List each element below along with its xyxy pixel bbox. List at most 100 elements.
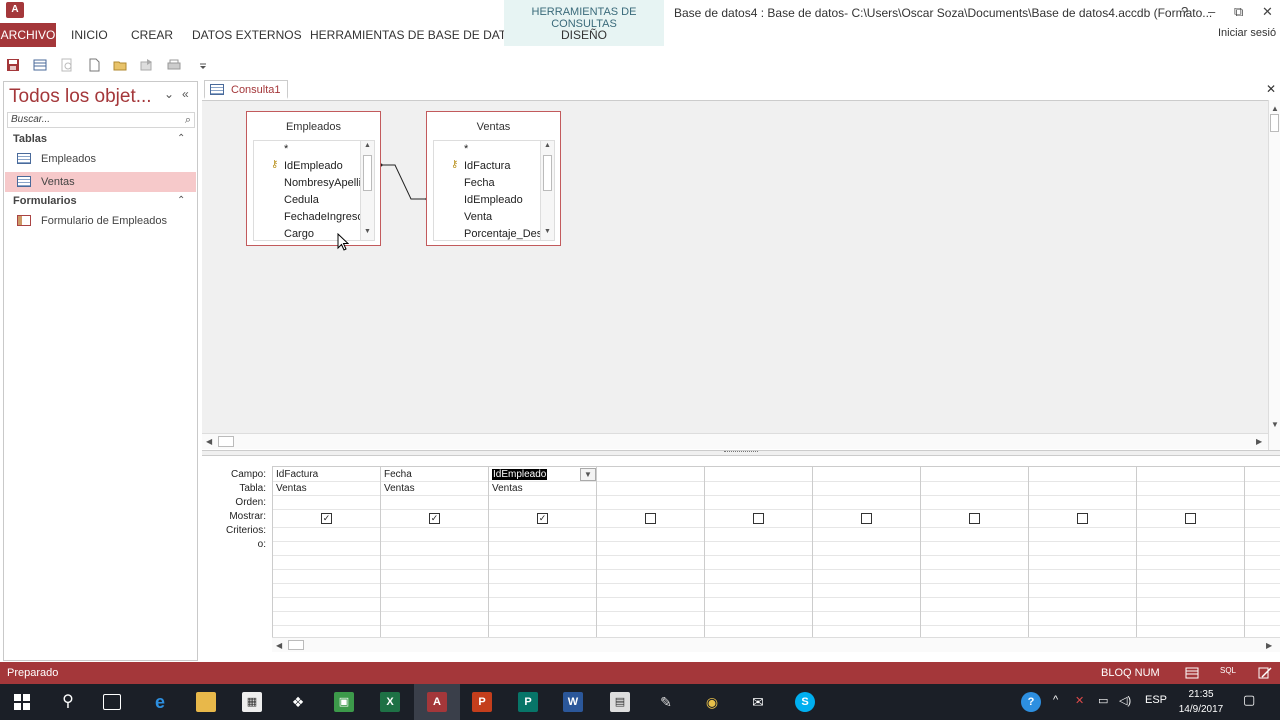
tabla-cell[interactable]: Ventas bbox=[492, 483, 523, 494]
field-item[interactable]: Cedula bbox=[284, 194, 360, 206]
design-grid[interactable]: IdFactura Ventas ✓ Fecha Ventas ✓ IdEmpl… bbox=[272, 466, 1280, 651]
scroll-right-icon[interactable]: ▶ bbox=[1266, 641, 1272, 650]
mostrar-checkbox[interactable]: ✓ bbox=[537, 513, 548, 524]
field-item[interactable]: Porcentaje_Descuento bbox=[464, 228, 540, 240]
new-document-icon[interactable] bbox=[87, 58, 101, 72]
tab-archivo[interactable]: ARCHIVO bbox=[0, 23, 56, 47]
field-item[interactable]: Fecha bbox=[464, 177, 540, 189]
collapse-pane-icon[interactable]: « bbox=[182, 87, 189, 101]
splitter-grip[interactable] bbox=[724, 451, 758, 454]
scroll-up-icon[interactable]: ▲ bbox=[544, 142, 551, 149]
volume-icon[interactable]: ◁) bbox=[1119, 694, 1131, 707]
antivirus-icon[interactable]: ✕ bbox=[1075, 694, 1084, 707]
field-list-ventas[interactable]: Ventas * ⚷ IdFactura Fecha IdEmpleado Ve… bbox=[426, 111, 561, 246]
access-app-icon[interactable]: A bbox=[6, 2, 24, 18]
store-icon[interactable]: ▦ bbox=[242, 692, 262, 712]
grid-horizontal-scrollbar[interactable]: ◀ ▶ bbox=[272, 637, 1280, 652]
publisher-icon[interactable]: P bbox=[518, 692, 538, 712]
search-icon[interactable]: ⌕ bbox=[185, 113, 191, 127]
calculator-icon[interactable]: ▤ bbox=[610, 692, 630, 712]
dropbox-icon[interactable]: ❖ bbox=[288, 692, 308, 712]
tab-datos-externos[interactable]: DATOS EXTERNOS bbox=[192, 28, 302, 42]
scroll-up-icon[interactable]: ▲ bbox=[364, 142, 371, 149]
sql-view-button[interactable]: SQL bbox=[1220, 666, 1236, 675]
field-list-scrollbar[interactable]: ▲ ▼ bbox=[360, 141, 374, 240]
close-button[interactable]: ✕ bbox=[1262, 4, 1273, 20]
access-icon[interactable]: A bbox=[427, 692, 447, 712]
mostrar-checkbox[interactable]: ✓ bbox=[429, 513, 440, 524]
scroll-down-icon[interactable]: ▼ bbox=[364, 228, 371, 235]
mostrar-checkbox[interactable]: ✓ bbox=[321, 513, 332, 524]
nav-item-empleados[interactable]: Empleados bbox=[5, 149, 196, 169]
task-view-icon[interactable] bbox=[103, 694, 121, 710]
tab-inicio[interactable]: INICIO bbox=[71, 28, 108, 42]
collapse-group-icon[interactable]: ⌃ bbox=[177, 133, 185, 144]
campo-cell[interactable]: IdFactura bbox=[276, 469, 318, 480]
mail-icon[interactable]: ✉ bbox=[748, 692, 768, 712]
mostrar-checkbox[interactable] bbox=[1077, 513, 1088, 524]
tab-consulta1[interactable]: Consulta1 bbox=[204, 80, 288, 99]
scroll-thumb[interactable] bbox=[363, 155, 372, 191]
word-icon[interactable]: W bbox=[563, 692, 583, 712]
scroll-thumb[interactable] bbox=[543, 155, 552, 191]
scroll-left-icon[interactable]: ◀ bbox=[206, 437, 212, 446]
design-vertical-scrollbar[interactable]: ▲ ▼ bbox=[1268, 100, 1280, 450]
print-preview-icon[interactable] bbox=[60, 58, 74, 72]
app-icon[interactable]: ▣ bbox=[334, 692, 354, 712]
tab-crear[interactable]: CREAR bbox=[131, 28, 173, 42]
grid-column[interactable] bbox=[1029, 467, 1137, 651]
design-horizontal-scrollbar[interactable]: ◀ ▶ bbox=[202, 433, 1268, 449]
grid-column[interactable]: Fecha Ventas ✓ bbox=[381, 467, 489, 651]
save-icon[interactable] bbox=[6, 58, 20, 72]
customize-qat-icon[interactable] bbox=[196, 58, 210, 72]
export-icon[interactable] bbox=[140, 58, 154, 72]
nav-item-ventas[interactable]: Ventas bbox=[5, 172, 196, 192]
field-item[interactable]: IdEmpleado bbox=[284, 160, 360, 172]
mostrar-checkbox[interactable] bbox=[1185, 513, 1196, 524]
datasheet-view-icon[interactable] bbox=[1185, 667, 1199, 679]
nav-dropdown-icon[interactable]: ⌄ bbox=[164, 87, 174, 101]
help-tray-icon[interactable]: ? bbox=[1021, 692, 1041, 712]
nav-search-input[interactable]: Buscar... ⌕ bbox=[7, 112, 195, 128]
mostrar-checkbox[interactable] bbox=[645, 513, 656, 524]
language-indicator[interactable]: ESP bbox=[1145, 694, 1167, 706]
scroll-up-icon[interactable]: ▲ bbox=[1271, 104, 1279, 113]
field-item[interactable]: IdFactura bbox=[464, 160, 540, 172]
nav-group-formularios[interactable]: Formularios bbox=[13, 195, 77, 207]
collapse-group-icon[interactable]: ⌃ bbox=[177, 195, 185, 206]
scroll-thumb[interactable] bbox=[218, 436, 234, 447]
paint-icon[interactable]: ✎ bbox=[656, 692, 676, 712]
windows-start-icon[interactable] bbox=[14, 694, 30, 710]
field-item[interactable]: * bbox=[464, 143, 540, 155]
scroll-down-icon[interactable]: ▼ bbox=[544, 228, 551, 235]
open-folder-icon[interactable] bbox=[113, 58, 127, 72]
skype-icon[interactable]: S bbox=[795, 692, 815, 712]
edge-icon[interactable]: e bbox=[150, 692, 170, 712]
network-icon[interactable]: ▭ bbox=[1098, 694, 1108, 707]
scroll-thumb[interactable] bbox=[1270, 114, 1279, 132]
field-item[interactable]: IdEmpleado bbox=[464, 194, 540, 206]
field-list-empleados[interactable]: Empleados * ⚷ IdEmpleado NombresyApellid… bbox=[246, 111, 381, 246]
restore-button[interactable]: ⧉ bbox=[1234, 4, 1243, 20]
datasheet-icon[interactable] bbox=[33, 58, 47, 72]
minimize-button[interactable]: – bbox=[1208, 4, 1215, 19]
grid-column[interactable] bbox=[597, 467, 705, 651]
field-dropdown-button[interactable]: ▼ bbox=[580, 468, 596, 481]
scroll-thumb[interactable] bbox=[288, 640, 304, 650]
file-explorer-icon[interactable] bbox=[196, 692, 216, 712]
notifications-icon[interactable]: ▢ bbox=[1243, 692, 1255, 708]
taskbar-clock[interactable]: 21:35 14/9/2017 bbox=[1176, 687, 1226, 717]
scroll-right-icon[interactable]: ▶ bbox=[1256, 437, 1262, 446]
help-button[interactable]: ? bbox=[1181, 4, 1188, 19]
design-view-icon[interactable] bbox=[1258, 666, 1272, 680]
grid-column[interactable]: IdFactura Ventas ✓ bbox=[273, 467, 381, 651]
field-item[interactable]: NombresyApellidos bbox=[284, 177, 360, 189]
campo-cell-selected[interactable]: IdEmpleado bbox=[492, 469, 548, 480]
campo-cell[interactable]: Fecha bbox=[384, 469, 412, 480]
field-list-scrollbar[interactable]: ▲ ▼ bbox=[540, 141, 554, 240]
close-document-icon[interactable]: ✕ bbox=[1266, 82, 1276, 96]
nav-pane-title[interactable]: Todos los objet... bbox=[9, 86, 152, 108]
grid-column[interactable]: IdEmpleado ▼ Ventas ✓ bbox=[489, 467, 597, 651]
field-item[interactable]: * bbox=[284, 143, 360, 155]
tabla-cell[interactable]: Ventas bbox=[384, 483, 415, 494]
